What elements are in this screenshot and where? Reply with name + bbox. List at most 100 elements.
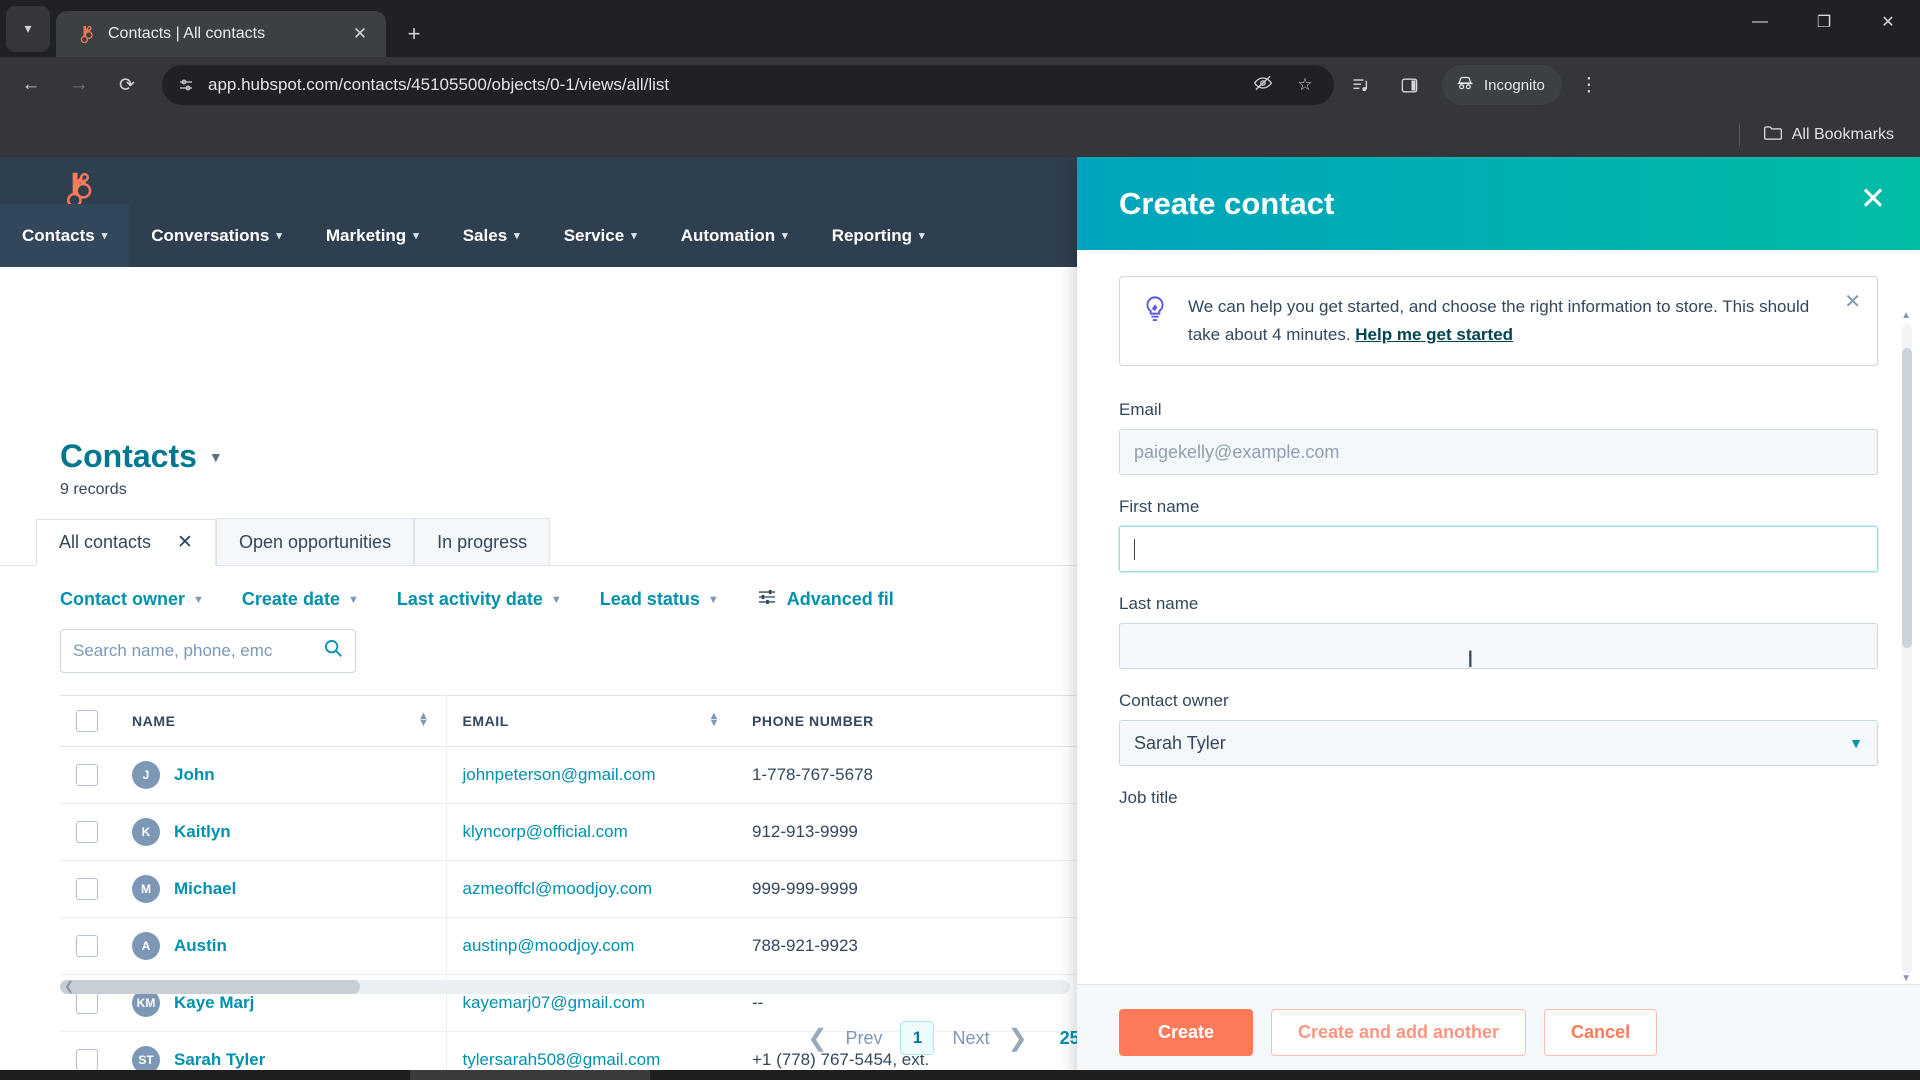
tab-strip: ▾ Contacts | All contacts ✕ + — ❐ ✕	[0, 0, 1920, 57]
contact-name-link[interactable]: Michael	[174, 879, 236, 899]
table-horizontal-scrollbar[interactable]: ❮	[60, 979, 1070, 994]
email-link[interactable]: azmeoffcl@moodjoy.com	[463, 879, 653, 898]
tab-in-progress[interactable]: In progress	[414, 518, 551, 565]
address-bar[interactable]: app.hubspot.com/contacts/45105500/object…	[162, 65, 1334, 105]
create-and-add-another-button[interactable]: Create and add another	[1271, 1009, 1527, 1056]
contact-name-link[interactable]: Austin	[174, 936, 227, 956]
chevron-down-icon: ▾	[782, 230, 788, 242]
contact-name-link[interactable]: John	[174, 765, 215, 785]
chevron-down-icon[interactable]: ▾	[6, 5, 50, 52]
nav-item-reporting[interactable]: Reporting ▾	[810, 204, 947, 267]
row-checkbox[interactable]	[76, 878, 98, 900]
chevron-left-icon[interactable]: ❮	[64, 979, 74, 993]
search-input[interactable]: Search name, phone, emc	[60, 629, 356, 673]
cancel-button[interactable]: Cancel	[1544, 1009, 1658, 1056]
search-icon[interactable]	[323, 638, 343, 664]
close-icon[interactable]: ✕	[177, 531, 193, 554]
contact-owner-select[interactable]: Sarah Tyler ▼	[1119, 720, 1878, 767]
email-link[interactable]: klyncorp@official.com	[463, 822, 628, 841]
nav-label: Conversations	[151, 225, 270, 245]
filter-lead-status[interactable]: Lead status ▼	[600, 589, 719, 610]
incognito-label: Incognito	[1484, 76, 1545, 94]
row-select-cell	[60, 803, 116, 861]
row-checkbox[interactable]	[76, 935, 98, 957]
taskbar-window-hint	[410, 1070, 650, 1080]
next-button[interactable]: Next	[952, 1028, 989, 1049]
last-name-input[interactable]	[1119, 623, 1878, 670]
create-button[interactable]: Create	[1119, 1009, 1253, 1056]
eye-slash-icon[interactable]	[1248, 73, 1278, 98]
maximize-icon[interactable]: ❐	[1792, 0, 1856, 44]
email-input[interactable]: paigekelly@example.com	[1119, 429, 1878, 476]
nav-item-service[interactable]: Service ▾	[542, 204, 659, 267]
reading-list-icon[interactable]	[1340, 64, 1382, 106]
forward-icon[interactable]: →	[58, 64, 100, 106]
new-tab-button[interactable]: +	[400, 20, 428, 48]
page-number-1[interactable]: 1	[900, 1021, 935, 1055]
bookmark-star-icon[interactable]: ☆	[1290, 75, 1320, 95]
page-title[interactable]: Contacts ▼	[60, 438, 223, 475]
chevron-up-icon[interactable]: ▲	[1901, 310, 1911, 321]
filter-sliders-icon	[757, 588, 777, 611]
browser-menu-icon[interactable]: ⋮	[1568, 64, 1610, 106]
modal-scrollbar[interactable]	[1902, 324, 1912, 974]
nav-item-automation[interactable]: Automation ▾	[659, 204, 810, 267]
prev-button[interactable]: Prev	[845, 1028, 882, 1049]
advanced-filters-button[interactable]: Advanced fil	[757, 588, 894, 611]
help-me-get-started-link[interactable]: Help me get started	[1355, 325, 1513, 344]
page-settings-icon[interactable]	[176, 77, 196, 93]
column-header-email[interactable]: EMAIL ▲ ▼	[446, 695, 736, 747]
contact-name-link[interactable]: Kaitlyn	[174, 822, 231, 842]
email-link[interactable]: johnpeterson@gmail.com	[463, 765, 656, 784]
dismiss-tip-icon[interactable]: ✕	[1844, 289, 1861, 314]
contact-owner-value: Sarah Tyler	[1134, 732, 1226, 753]
close-icon[interactable]: ✕	[346, 20, 374, 48]
nav-item-conversations[interactable]: Conversations ▾	[129, 204, 304, 267]
chevron-down-icon: ▾	[918, 230, 925, 242]
scrollbar-thumb[interactable]	[1902, 348, 1912, 648]
nav-item-contacts[interactable]: Contacts ▾	[0, 204, 130, 267]
text-caret	[1134, 538, 1135, 560]
row-checkbox[interactable]	[76, 821, 98, 843]
scrollbar-thumb[interactable]	[60, 980, 360, 994]
row-checkbox[interactable]	[76, 764, 98, 786]
minimize-icon[interactable]: —	[1728, 0, 1792, 44]
column-header-name[interactable]: NAME ▲ ▼	[116, 695, 447, 747]
nav-item-sales[interactable]: Sales ▾	[441, 204, 542, 267]
chevron-down-icon: ▼	[193, 593, 204, 606]
field-job-title: Job title	[1119, 788, 1878, 808]
tab-search-button[interactable]: ▾	[0, 0, 56, 57]
first-name-input[interactable]	[1119, 526, 1878, 573]
tab-open-opportunities[interactable]: Open opportunities	[215, 518, 415, 565]
chevron-down-icon: ▾	[101, 230, 108, 242]
chevron-down-icon: ▾	[413, 230, 419, 242]
chevron-right-icon[interactable]: ❯	[1007, 1024, 1027, 1053]
text-cursor-icon: I	[1467, 646, 1474, 673]
chevron-down-icon[interactable]: ▼	[1901, 973, 1911, 984]
back-icon[interactable]: ←	[10, 64, 52, 106]
chevron-down-icon[interactable]: ▼	[1849, 735, 1863, 751]
field-label: Email	[1119, 400, 1162, 420]
filter-contact-owner[interactable]: Contact owner ▼	[60, 589, 204, 610]
nav-item-marketing[interactable]: Marketing ▾	[304, 204, 441, 267]
chevron-left-icon[interactable]: ❮	[807, 1024, 827, 1053]
sort-icon[interactable]: ▲ ▼	[709, 711, 720, 729]
side-panel-icon[interactable]	[1388, 64, 1430, 106]
nav-label: Reporting	[831, 225, 912, 245]
chevron-down-icon[interactable]: ▼	[209, 449, 223, 465]
filter-label: Lead status	[599, 589, 700, 609]
modal-close-icon[interactable]: ✕	[1860, 183, 1886, 214]
reload-icon[interactable]: ⟳	[106, 64, 148, 106]
filter-create-date[interactable]: Create date ▼	[242, 589, 359, 610]
tab-all-contacts[interactable]: All contacts ✕	[36, 519, 216, 566]
field-contact-owner: Contact owner Sarah Tyler ▼	[1119, 691, 1878, 767]
select-all-checkbox[interactable]	[76, 710, 98, 732]
email-link[interactable]: austinp@moodjoy.com	[463, 936, 635, 955]
nav-label: Contacts	[22, 225, 95, 245]
browser-tab[interactable]: Contacts | All contacts ✕	[56, 11, 386, 57]
incognito-indicator[interactable]: Incognito	[1442, 65, 1562, 105]
all-bookmarks-label[interactable]: All Bookmarks	[1792, 126, 1894, 144]
sort-icon[interactable]: ▲ ▼	[418, 711, 429, 729]
window-close-icon[interactable]: ✕	[1856, 0, 1920, 44]
filter-last-activity-date[interactable]: Last activity date ▼	[397, 589, 562, 610]
